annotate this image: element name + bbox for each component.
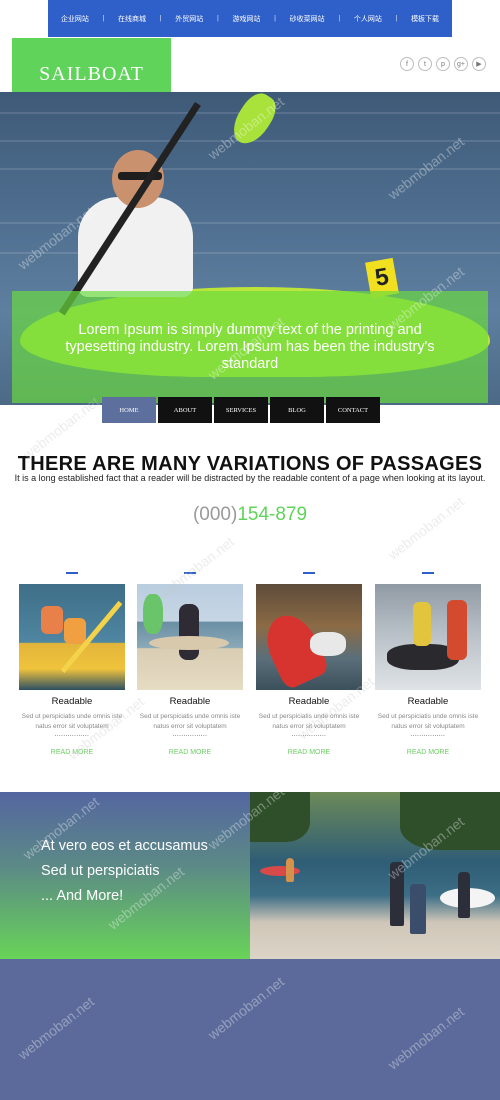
nav-item-personal[interactable]: 个人网站	[354, 14, 382, 24]
promo-panel: At vero eos et accusamus Sed ut perspici…	[0, 792, 250, 959]
read-more-link[interactable]: READ MORE	[19, 749, 125, 756]
promo-line: Sed ut perspiciatis	[41, 863, 160, 879]
nav-item-games[interactable]: 游戏网站	[232, 14, 260, 24]
nav-separator: |	[159, 15, 162, 22]
twitter-icon[interactable]: t	[418, 57, 432, 71]
feature-text: Sed ut perspiciatis unde omnis iste natu…	[21, 713, 123, 730]
feature-dots: ................	[291, 732, 327, 738]
feature-card: Readable Sed ut perspiciatis unde omnis …	[256, 572, 362, 756]
slider-dot[interactable]	[30, 959, 36, 965]
tab-about[interactable]: ABOUT	[158, 397, 212, 423]
promo-line: ... And More!	[41, 888, 124, 904]
feature-title: Readable	[288, 696, 330, 707]
tab-contact[interactable]: CONTACT	[326, 397, 380, 423]
nav-separator: |	[102, 15, 105, 22]
read-more-link[interactable]: READ MORE	[375, 749, 481, 756]
feature-dots: ................	[410, 732, 446, 738]
youtube-icon[interactable]: ▶	[472, 57, 486, 71]
feature-text: Sed ut perspiciatis unde omnis iste natu…	[377, 713, 479, 730]
feature-dash	[184, 572, 196, 574]
water-ripple	[0, 222, 500, 224]
water-ripple	[0, 252, 500, 254]
tree	[400, 792, 500, 850]
nav-item-collect[interactable]: 砂收菜网站	[290, 14, 325, 24]
feature-title: Readable	[169, 696, 211, 707]
promo-photo-beach	[250, 792, 500, 959]
tree	[250, 792, 310, 842]
person	[390, 862, 404, 926]
section-subtext: It is a long established fact that a rea…	[14, 473, 486, 483]
feature-card: Readable Sed ut perspiciatis unde omnis …	[375, 572, 481, 756]
tab-blog[interactable]: BLOG	[270, 397, 324, 423]
nav-separator: |	[338, 15, 341, 22]
hero-caption-text: Lorem Ipsum is simply dummy text of the …	[65, 321, 435, 372]
slider-dot[interactable]	[12, 959, 18, 965]
water-ripple	[0, 168, 500, 170]
top-nav: 企业网站 | 在线商城 | 外贸网站 | 游戏网站 | 砂收菜网站 | 个人网站…	[48, 0, 452, 37]
feature-title: Readable	[51, 696, 93, 707]
tab-home[interactable]: HOME	[102, 397, 156, 423]
main-menu: HOME ABOUT SERVICES BLOG CONTACT	[102, 397, 380, 423]
feature-card: Readable Sed ut perspiciatis unde omnis …	[19, 572, 125, 756]
nav-separator: |	[216, 15, 219, 22]
feature-title: Readable	[407, 696, 449, 707]
page: 企业网站 | 在线商城 | 外贸网站 | 游戏网站 | 砂收菜网站 | 个人网站…	[0, 0, 500, 1100]
nav-item-enterprise[interactable]: 企业网站	[61, 14, 89, 24]
pinterest-icon[interactable]: p	[436, 57, 450, 71]
person	[410, 884, 426, 934]
social-icons: f t p g+ ▶	[400, 57, 486, 71]
feature-image-windsurfer	[137, 584, 243, 690]
hero-caption: Lorem Ipsum is simply dummy text of the …	[12, 291, 488, 403]
feature-card: Readable Sed ut perspiciatis unde omnis …	[137, 572, 243, 756]
phone-number: (000)154-879	[0, 504, 500, 526]
person	[286, 858, 294, 882]
promo-line: At vero eos et accusamus	[41, 838, 208, 854]
person	[458, 872, 470, 918]
slider-dot[interactable]	[21, 959, 27, 965]
facebook-icon[interactable]: f	[400, 57, 414, 71]
nav-item-templates[interactable]: 模板下载	[411, 14, 439, 24]
phone-prefix: (000)	[192, 504, 238, 525]
nav-item-shop[interactable]: 在线商城	[118, 14, 146, 24]
feature-image-jetski	[375, 584, 481, 690]
nav-item-foreign-trade[interactable]: 外贸网站	[175, 14, 203, 24]
logo-text: SAILBOAT	[39, 62, 144, 85]
tab-services[interactable]: SERVICES	[214, 397, 268, 423]
feature-dash	[422, 572, 434, 574]
read-more-link[interactable]: READ MORE	[137, 749, 243, 756]
nav-separator: |	[274, 15, 276, 22]
boat	[260, 866, 300, 876]
read-more-link[interactable]: READ MORE	[256, 749, 362, 756]
feature-dash	[303, 572, 315, 574]
feature-image-kayakers	[19, 584, 125, 690]
google-plus-icon[interactable]: g+	[454, 57, 468, 71]
kayaker-torso	[78, 197, 193, 297]
footer	[0, 959, 500, 1100]
feature-text: Sed ut perspiciatis unde omnis iste natu…	[258, 713, 360, 730]
feature-image-river-kayak	[256, 584, 362, 690]
feature-dots: ................	[54, 732, 90, 738]
feature-dash	[66, 572, 78, 574]
nav-separator: |	[395, 15, 398, 22]
feature-dots: ................	[172, 732, 208, 738]
feature-text: Sed ut perspiciatis unde omnis iste natu…	[139, 713, 241, 730]
phone-digits: 154-879	[237, 504, 308, 525]
